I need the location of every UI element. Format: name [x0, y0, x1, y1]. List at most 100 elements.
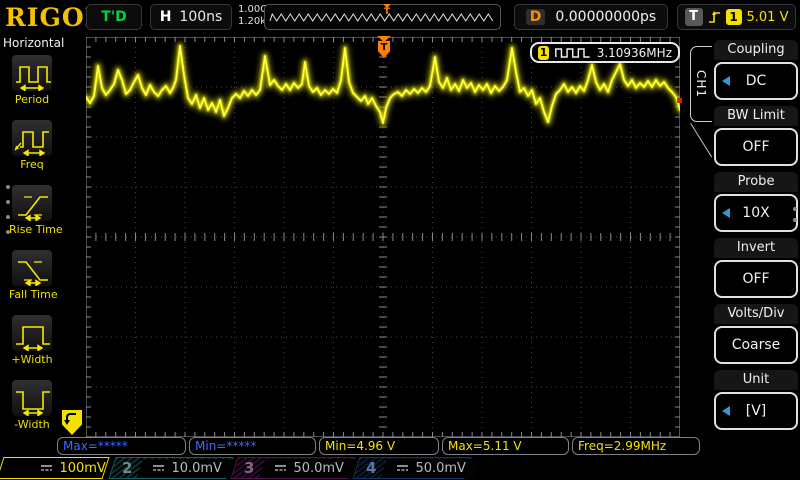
softkey-freq[interactable]: Freq: [9, 119, 55, 171]
left-menu-scroll-dot: [6, 230, 10, 234]
channel-3-status[interactable]: 3 50.0mV: [234, 457, 352, 479]
select-arrow-icon: [722, 208, 730, 218]
horizontal-timebase-box: H 100ns: [150, 4, 232, 30]
left-menu-scroll-dot: [6, 185, 10, 189]
channel-2-status[interactable]: 2 10.0mV: [112, 457, 230, 479]
softkey--width[interactable]: -Width: [9, 379, 55, 431]
channel-1-status[interactable]: 1 100mV: [0, 457, 106, 479]
dc-coupling-icon: [152, 463, 165, 473]
left-menu-scroll-dot: [6, 200, 10, 204]
menu-item-value: OFF: [714, 128, 798, 166]
channel-number: 4: [366, 459, 376, 477]
channel-menu-tab-label: CH1: [695, 70, 709, 98]
measurement-min-star: Min=*****: [189, 437, 316, 455]
trigger-position-marker-icon[interactable]: T: [376, 36, 392, 62]
softkey-label: Freq: [9, 158, 55, 171]
oscilloscope-screen: RIGOL T'D H 100ns 1.00GSa/s 1.20k pts T …: [0, 0, 800, 480]
channel-status-bar: 1 100mV 2 10.0mV 3 50.0mV 4 50.0mV: [0, 456, 800, 480]
waveform-preview-bar[interactable]: T: [264, 4, 501, 30]
menu-value-text: OFF: [742, 139, 769, 155]
trigger-level-value: 5.01 V: [747, 10, 789, 25]
minus-width-icon: [11, 379, 53, 417]
dc-coupling-icon: [396, 463, 409, 473]
menu-volts-div[interactable]: Volts/Div Coarse: [714, 304, 798, 364]
measurement-freq: Freq=2.99MHz: [572, 437, 700, 455]
menu-value-text: Coarse: [732, 337, 781, 353]
channel-scale: 50.0mV: [415, 461, 466, 476]
fall-time-icon: [11, 249, 53, 287]
trigger-source-badge: 1: [726, 9, 742, 25]
softkey-label: Rise Time: [9, 223, 55, 236]
freq-counter-channel-badge: 1: [538, 46, 549, 60]
menu-value-text: 10X: [742, 205, 769, 221]
trigger-readout-box: T 1 5.01 V: [677, 4, 796, 30]
channel-number: 1: [10, 459, 20, 477]
channel-number: 3: [244, 459, 254, 477]
menu-item-value: DC: [714, 62, 798, 100]
select-arrow-icon: [722, 76, 730, 86]
menu-probe[interactable]: Probe 10X: [714, 172, 798, 232]
menu-value-text: [V]: [746, 403, 767, 419]
measurement-min-volts: Min=4.96 V: [319, 437, 439, 455]
menu-bw-limit[interactable]: BW Limit OFF: [714, 106, 798, 166]
freq-counter-value: 3.10936MHz: [597, 46, 672, 60]
menu-unit[interactable]: Unit [V]: [714, 370, 798, 430]
softkey--width[interactable]: +Width: [9, 314, 55, 366]
channel1-offset-marker-icon[interactable]: [62, 410, 82, 435]
timebase-value: 100ns: [179, 9, 222, 25]
menu-item-value: Coarse: [714, 326, 798, 364]
menu-tab-connector-line: [690, 123, 712, 157]
menu-invert[interactable]: Invert OFF: [714, 238, 798, 298]
dc-coupling-icon: [40, 463, 53, 473]
trigger-marker-flag: T: [378, 41, 390, 58]
channel-4-status[interactable]: 4 50.0mV: [356, 457, 468, 479]
menu-item-label: BW Limit: [714, 106, 798, 126]
menu-item-label: Invert: [714, 238, 798, 258]
left-softkey-menu: Horizontal Period Freq Rise Time Fall Time +…: [0, 34, 57, 454]
rise-time-icon: [11, 184, 53, 222]
measurement-max-star: Max=*****: [57, 437, 186, 455]
menu-item-label: Volts/Div: [714, 304, 798, 324]
channel-menu-tab: CH1: [690, 46, 712, 122]
trigger-status-label: T'D: [101, 9, 126, 25]
softkey-period[interactable]: Period: [9, 54, 55, 106]
trigger-status-badge: T'D: [86, 4, 142, 30]
left-menu-scroll-dot: [6, 215, 10, 219]
frequency-counter-badge: 1 3.10936MHz: [530, 42, 680, 63]
waveform-display-area[interactable]: T: [86, 37, 680, 437]
delay-readout-box: D 0.00000000ps: [514, 4, 668, 30]
freq-icon: [11, 119, 53, 157]
channel-scale: 100mV: [59, 461, 105, 476]
trigger-label: T: [685, 8, 703, 26]
delay-label: D: [526, 9, 546, 25]
menu-item-label: Unit: [714, 370, 798, 390]
preview-trigger-position-icon: T: [382, 4, 392, 16]
softkey-label: Period: [9, 93, 55, 106]
menu-item-value: 10X: [714, 194, 798, 232]
right-menu-page-dot: [793, 218, 797, 222]
period-icon: [11, 54, 53, 92]
channel-number: 2: [122, 459, 132, 477]
menu-coupling[interactable]: CouplingDC: [714, 40, 798, 100]
menu-item-value: [V]: [714, 392, 798, 430]
channel1-waveform-trace: [86, 37, 680, 437]
menu-value-text: OFF: [742, 271, 769, 287]
dc-coupling-icon: [274, 463, 287, 473]
menu-item-value: OFF: [714, 260, 798, 298]
square-wave-icon: [555, 46, 590, 60]
softkey-rise-time[interactable]: Rise Time: [9, 184, 55, 236]
softkey-label: -Width: [9, 418, 55, 431]
select-arrow-icon: [722, 406, 730, 416]
right-softkey-menu: CouplingDC BW Limit OFF Probe 10X Invert OFF Vo…: [712, 34, 800, 454]
channel-scale: 10.0mV: [171, 461, 222, 476]
menu-item-label: Probe: [714, 172, 798, 192]
softkey-label: Fall Time: [9, 288, 55, 301]
top-status-bar: RIGOL T'D H 100ns 1.00GSa/s 1.20k pts T …: [0, 0, 800, 34]
channel-scale: 50.0mV: [293, 461, 344, 476]
trigger-level-marker: [677, 98, 682, 103]
delay-value: 0.00000000ps: [555, 9, 656, 25]
left-menu-title: Horizontal: [0, 34, 57, 50]
menu-value-text: DC: [746, 73, 767, 89]
plus-width-icon: [11, 314, 53, 352]
softkey-fall-time[interactable]: Fall Time: [9, 249, 55, 301]
